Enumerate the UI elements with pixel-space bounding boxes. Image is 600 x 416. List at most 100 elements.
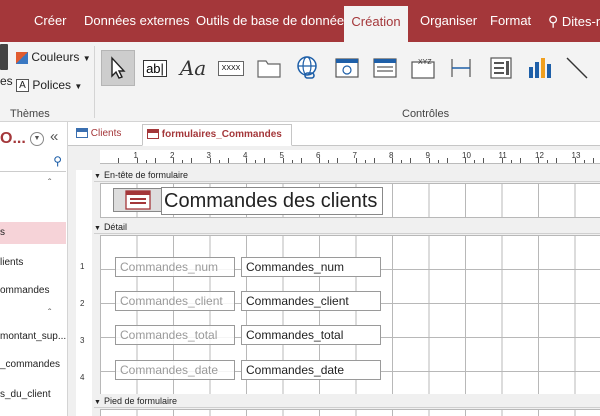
combo-box-tool-button[interactable] [484,50,518,86]
tab-arrange[interactable]: Organiser [420,0,477,42]
arrow-down-icon: ▼ [94,399,101,406]
navigation-tool-button[interactable] [368,50,402,86]
pointer-icon [111,56,126,79]
textbox-icon: ab| [143,59,167,77]
page-break-tool-button[interactable] [444,50,478,86]
nav-item-du-client[interactable]: s_du_client [0,384,66,406]
ruler-tick [401,160,403,163]
ruler-tick [519,158,521,163]
ruler-tick [136,158,138,163]
option-group-text: XYZ [418,59,432,66]
tab-create[interactable]: Créer [34,0,67,42]
ruler-tick [510,160,512,163]
ruler-tick [246,158,247,163]
field-label-num[interactable]: Commandes_num [115,257,235,277]
navigation-pane: O... ▼ « ⚲ ˆ s lients ommandes ˆ montant… [0,122,68,416]
form-header-section-bar[interactable]: ▼ En-tête de formulaire [94,168,600,182]
form-header-section-label: En-tête de formulaire [103,170,188,180]
ruler-tick [173,158,174,163]
line-tool-button[interactable] [560,50,594,86]
chart-tool-button[interactable] [522,50,556,86]
doc-tab-clients[interactable]: Clients [76,124,134,146]
ruler-tick [337,158,339,163]
arrow-down-icon: ▼ [94,225,101,232]
ruler-tick [319,158,320,163]
ruler-tick [373,158,375,163]
tab-file[interactable] [0,0,22,42]
label-tool-button[interactable]: Aa [176,50,210,86]
ruler-tick [556,158,558,163]
themes-group-label: Thèmes [10,108,50,120]
page-break-icon [451,59,471,77]
field-control-client[interactable]: Commandes_client [241,291,381,311]
field-control-total[interactable]: Commandes_total [241,325,381,345]
button-icon: XXXX [217,60,245,76]
line-icon [566,57,588,79]
ruler-tick [446,158,448,163]
ruler-tick [465,158,466,163]
doc-tab-form[interactable]: formulaires_Commandes [142,124,292,146]
ruler-tick [364,160,366,163]
form-header-grid: Commandes des clients [100,183,600,218]
nav-item-commandes-query[interactable]: _commandes [0,354,66,376]
search-icon: ⚲ [53,154,62,168]
collapse-pane-icon[interactable]: « [50,128,58,145]
field-label-client[interactable]: Commandes_client [115,291,235,311]
ruler-tick [547,160,549,163]
form-footer-section-bar[interactable]: ▼ Pied de formulaire [94,394,600,408]
ruler-mark: 10 [462,151,471,160]
tab-tell-me[interactable]: ⚲ Dites-n [548,0,600,42]
tab-database-tools[interactable]: Outils de base de données [196,0,351,42]
ruler-tick [264,158,266,163]
ruler-mark: 11 [498,151,507,160]
ruler-mark: 2 [80,299,85,308]
tell-me-label: Dites-n [561,14,600,29]
nav-item-montant-sup[interactable]: montant_sup... [0,326,66,348]
field-label-date[interactable]: Commandes_date [115,360,235,380]
form-title[interactable]: Commandes des clients [161,187,383,215]
chevron-up-icon[interactable]: ˆ [48,178,51,189]
ruler-tick [182,160,184,163]
fonts-dropdown[interactable]: A Polices ▼ [16,78,82,93]
field-control-date[interactable]: Commandes_date [241,360,381,380]
chevron-up-icon[interactable]: ˆ [48,308,51,319]
field-label-total[interactable]: Commandes_total [115,325,235,345]
button-tool-button[interactable]: XXXX [214,50,248,86]
ruler-tick [255,160,257,163]
colors-dropdown[interactable]: Couleurs ▼ [16,50,91,64]
doc-tab-label: Clients [90,128,122,139]
nav-item-selected[interactable]: s [0,222,66,244]
hyperlink-tool-button[interactable] [290,50,324,86]
ruler-mark: 3 [80,336,85,345]
ruler-tick [538,158,539,163]
select-tool-button[interactable] [101,50,135,86]
ruler-tick [410,158,412,163]
themes-icon [0,44,8,70]
tab-external-data[interactable]: Données externes [84,0,190,42]
lightbulb-icon: ⚲ [548,13,559,29]
detail-section-bar[interactable]: ▼ Détail [94,220,600,234]
nav-item-commandes[interactable]: ommandes [0,280,66,302]
detail-grid: Commandes_num Commandes_num Commandes_cl… [100,235,600,395]
themes-button[interactable] [0,42,12,72]
ruler-mark: 1 [80,262,85,271]
option-group-icon: XYZ [411,59,435,79]
ruler-tick [209,158,211,163]
tab-control-tool-button[interactable] [252,50,286,86]
textbox-tool-button[interactable]: ab| [138,50,172,86]
nav-search-box[interactable]: ⚲ [0,154,66,172]
web-browser-tool-button[interactable] [330,50,364,86]
form-footer-section-label: Pied de formulaire [103,396,177,406]
tab-format[interactable]: Format [490,0,531,42]
horizontal-ruler: 1 2 3 4 5 6 7 8 9 10 11 12 13 [100,150,600,164]
tab-design[interactable]: Création [344,6,408,42]
field-control-num[interactable]: Commandes_num [241,257,381,277]
ruler-tick [428,158,430,163]
nav-item-clients[interactable]: lients [0,252,66,274]
navigation-icon [373,58,397,78]
form-logo[interactable] [113,188,163,212]
nav-pane-title: O... [0,130,26,147]
nav-dropdown-icon[interactable]: ▼ [30,132,44,146]
option-group-tool-button[interactable]: XYZ [406,50,440,86]
ruler-tick [145,160,147,163]
